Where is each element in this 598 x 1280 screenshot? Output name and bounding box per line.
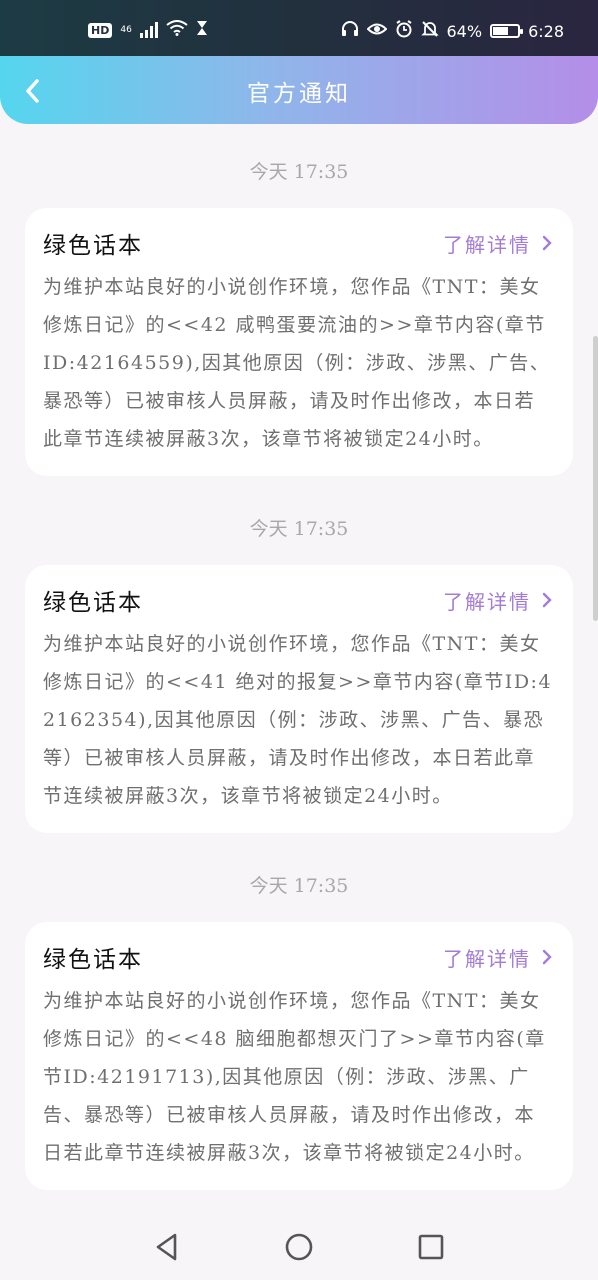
nav-back-button[interactable] bbox=[152, 1232, 182, 1262]
card-header: 绿色话本 了解详情 bbox=[43, 942, 553, 973]
details-link-label: 了解详情 bbox=[443, 589, 531, 614]
message-timestamp: 今天 17:35 bbox=[249, 161, 349, 183]
nav-bar: 官方通知 bbox=[0, 56, 598, 124]
nav-recents-button[interactable] bbox=[416, 1232, 446, 1262]
headphones-icon bbox=[341, 21, 359, 41]
status-left: HD 46 bbox=[88, 20, 208, 40]
signal-icon bbox=[139, 22, 158, 38]
card-body: 为维护本站良好的小说创作环境，您作品《TNT：美女修炼日记》的<<41 绝对的报… bbox=[43, 633, 553, 807]
system-nav-bar bbox=[0, 1214, 598, 1280]
page-title: 官方通知 bbox=[247, 81, 351, 107]
screen: HD 46 64% 6:28 官方通知 今天 17:35 绿色话本 了解详情 为… bbox=[0, 0, 598, 1280]
card-body: 为维护本站良好的小说创作环境，您作品《TNT：美女修炼日记》的<<42 咸鸭蛋要… bbox=[43, 276, 551, 450]
card-title: 绿色话本 bbox=[43, 590, 143, 616]
square-recents-icon bbox=[418, 1234, 444, 1260]
card-body: 为维护本站良好的小说创作环境，您作品《TNT：美女修炼日记》的<<48 脑细胞都… bbox=[43, 990, 546, 1164]
alarm-icon bbox=[395, 20, 413, 42]
hd-badge: HD bbox=[88, 22, 113, 38]
triangle-back-icon bbox=[156, 1233, 177, 1261]
details-link[interactable]: 了解详情 bbox=[443, 943, 553, 972]
battery-fill bbox=[493, 27, 509, 35]
details-link[interactable]: 了解详情 bbox=[443, 229, 553, 258]
message-feed[interactable]: 今天 17:35 绿色话本 了解详情 为维护本站良好的小说创作环境，您作品《TN… bbox=[0, 124, 598, 1214]
message-card: 绿色话本 了解详情 为维护本站良好的小说创作环境，您作品《TNT：美女修炼日记》… bbox=[25, 208, 573, 476]
card-title: 绿色话本 bbox=[43, 947, 143, 973]
battery-icon bbox=[490, 24, 524, 38]
message-timestamp: 今天 17:35 bbox=[249, 518, 349, 540]
battery-percent: 64% bbox=[446, 21, 483, 41]
details-link[interactable]: 了解详情 bbox=[443, 586, 553, 615]
status-right: 64% 6:28 bbox=[341, 20, 564, 42]
card-title: 绿色话本 bbox=[43, 233, 143, 259]
wifi-icon bbox=[166, 20, 188, 40]
message-timestamp: 今天 17:35 bbox=[249, 875, 349, 897]
hourglass-icon bbox=[196, 20, 208, 40]
chevron-right-icon bbox=[542, 592, 552, 608]
card-header: 绿色话本 了解详情 bbox=[43, 228, 553, 259]
message-item: 今天 17:35 绿色话本 了解详情 为维护本站良好的小说创作环境，您作品《TN… bbox=[0, 476, 598, 833]
mute-bell-icon bbox=[420, 20, 439, 42]
message-card: 绿色话本 了解详情 为维护本站良好的小说创作环境，您作品《TNT：美女修炼日记》… bbox=[25, 922, 573, 1190]
message-item: 今天 17:35 绿色话本 了解详情 为维护本站良好的小说创作环境，您作品《TN… bbox=[0, 124, 598, 476]
chevron-right-icon bbox=[542, 235, 552, 251]
eye-icon bbox=[366, 21, 387, 41]
chevron-right-icon bbox=[542, 949, 552, 965]
header: HD 46 64% 6:28 官方通知 bbox=[0, 0, 598, 124]
details-link-label: 了解详情 bbox=[443, 232, 531, 257]
details-link-label: 了解详情 bbox=[443, 946, 531, 971]
network-type: 46 bbox=[120, 24, 132, 35]
circle-home-icon bbox=[285, 1233, 313, 1261]
nav-home-button[interactable] bbox=[284, 1232, 314, 1262]
status-time: 6:28 bbox=[528, 21, 564, 41]
scrollbar-thumb[interactable] bbox=[593, 336, 598, 621]
message-card: 绿色话本 了解详情 为维护本站良好的小说创作环境，您作品《TNT：美女修炼日记》… bbox=[25, 565, 573, 833]
card-header: 绿色话本 了解详情 bbox=[43, 585, 553, 616]
status-bar: HD 46 64% 6:28 bbox=[0, 0, 598, 56]
message-item: 今天 17:35 绿色话本 了解详情 为维护本站良好的小说创作环境，您作品《TN… bbox=[0, 833, 598, 1190]
